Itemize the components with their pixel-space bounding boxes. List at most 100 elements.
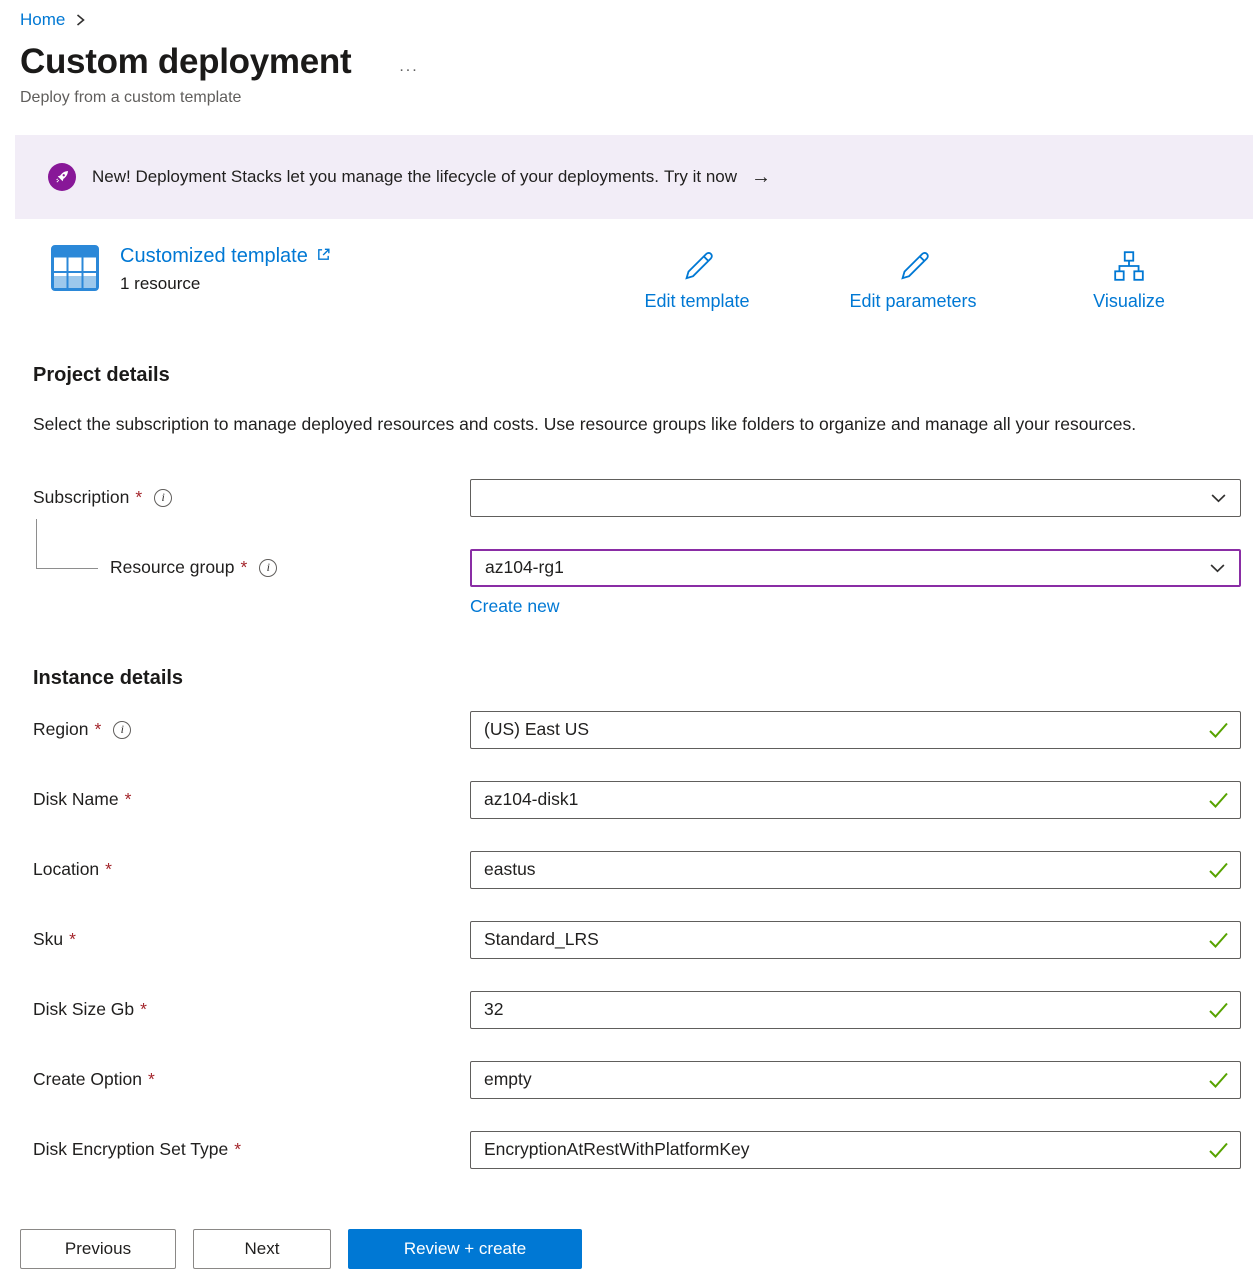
template-info: Customized template 1 resource — [51, 245, 331, 294]
required-asterisk: * — [241, 557, 248, 578]
location-label: Location * — [33, 859, 470, 880]
project-details-heading: Project details — [33, 364, 1253, 387]
indent-connector-line — [36, 519, 98, 569]
location-input[interactable]: eastus — [470, 851, 1241, 889]
resource-group-field-row: Resource group * i az104-rg1 — [33, 549, 1241, 587]
edit-template-label: Edit template — [644, 291, 749, 312]
visualize-button[interactable]: Visualize — [1054, 249, 1204, 312]
checkmark-icon — [1208, 721, 1229, 738]
pencil-icon — [680, 249, 714, 288]
chevron-down-icon — [1209, 559, 1226, 576]
create-option-input[interactable]: empty — [470, 1061, 1241, 1099]
region-input[interactable]: (US) East US — [470, 711, 1241, 749]
banner-message: New! Deployment Stacks let you manage th… — [92, 167, 659, 187]
edit-parameters-label: Edit parameters — [849, 291, 976, 312]
required-asterisk: * — [105, 859, 112, 880]
region-value: (US) East US — [484, 719, 589, 740]
required-asterisk: * — [135, 487, 142, 508]
subscription-label-text: Subscription — [33, 487, 129, 508]
template-icon — [51, 245, 99, 294]
title-row: Custom deployment ... — [20, 42, 1253, 82]
required-asterisk: * — [148, 1069, 155, 1090]
customized-template-label[interactable]: Customized template — [120, 245, 308, 268]
disk-size-field-row: Disk Size Gb * 32 — [33, 991, 1241, 1029]
more-options-button[interactable]: ... — [399, 58, 418, 76]
resource-group-dropdown[interactable]: az104-rg1 — [470, 549, 1241, 587]
customized-template-link[interactable]: Customized template — [120, 245, 331, 268]
disk-name-label-text: Disk Name — [33, 789, 119, 810]
create-option-label: Create Option * — [33, 1069, 470, 1090]
resource-count: 1 resource — [120, 274, 331, 294]
sku-label: Sku * — [33, 929, 470, 950]
info-glyph: i — [161, 490, 164, 505]
footer-action-bar: Previous Next Review + create — [0, 1218, 1253, 1280]
checkmark-icon — [1208, 1071, 1229, 1088]
create-new-link[interactable]: Create new — [470, 596, 560, 616]
location-label-text: Location — [33, 859, 99, 880]
resource-group-value: az104-rg1 — [485, 557, 564, 578]
info-glyph: i — [121, 722, 124, 737]
previous-button[interactable]: Previous — [20, 1229, 176, 1269]
checkmark-icon — [1208, 1141, 1229, 1158]
deployment-stacks-banner: New! Deployment Stacks let you manage th… — [15, 135, 1253, 219]
disk-encryption-set-type-label: Disk Encryption Set Type * — [33, 1139, 470, 1160]
info-icon[interactable]: i — [154, 489, 172, 507]
checkmark-icon — [1208, 861, 1229, 878]
next-button[interactable]: Next — [193, 1229, 331, 1269]
disk-name-value: az104-disk1 — [484, 789, 578, 810]
info-icon[interactable]: i — [113, 721, 131, 739]
disk-encryption-set-type-label-text: Disk Encryption Set Type — [33, 1139, 228, 1160]
info-glyph: i — [267, 560, 270, 575]
external-link-icon — [316, 245, 331, 268]
required-asterisk: * — [125, 789, 132, 810]
create-option-value: empty — [484, 1069, 532, 1090]
sku-field-row: Sku * Standard_LRS — [33, 921, 1241, 959]
disk-name-field-row: Disk Name * az104-disk1 — [33, 781, 1241, 819]
subscription-dropdown[interactable] — [470, 479, 1241, 517]
region-label-text: Region — [33, 719, 88, 740]
create-option-label-text: Create Option — [33, 1069, 142, 1090]
subscription-field-row: Subscription * i — [33, 479, 1241, 517]
location-value: eastus — [484, 859, 536, 880]
review-create-button[interactable]: Review + create — [348, 1229, 582, 1269]
disk-size-value: 32 — [484, 999, 503, 1020]
template-summary-row: Customized template 1 resource E — [51, 245, 1204, 312]
rocket-icon — [48, 163, 76, 191]
instance-details-heading: Instance details — [33, 667, 1253, 690]
project-details-description: Select the subscription to manage deploy… — [33, 409, 1193, 441]
location-field-row: Location * eastus — [33, 851, 1241, 889]
create-new-row: Create new — [470, 596, 1253, 617]
subscription-label: Subscription * i — [33, 487, 470, 508]
disk-encryption-set-type-input[interactable]: EncryptionAtRestWithPlatformKey — [470, 1131, 1241, 1169]
disk-name-label: Disk Name * — [33, 789, 470, 810]
region-label: Region * i — [33, 719, 470, 740]
arrow-right-icon[interactable]: → — [751, 166, 771, 189]
chevron-down-icon — [1210, 489, 1227, 506]
resource-group-label-text: Resource group — [110, 557, 235, 578]
breadcrumb-home-link[interactable]: Home — [20, 10, 65, 30]
disk-name-input[interactable]: az104-disk1 — [470, 781, 1241, 819]
page-title: Custom deployment — [20, 42, 351, 82]
edit-parameters-button[interactable]: Edit parameters — [838, 249, 988, 312]
resource-group-label: Resource group * i — [33, 557, 470, 578]
edit-template-button[interactable]: Edit template — [622, 249, 772, 312]
required-asterisk: * — [140, 999, 147, 1020]
required-asterisk: * — [234, 1139, 241, 1160]
breadcrumb: Home — [0, 0, 1253, 30]
sku-value: Standard_LRS — [484, 929, 599, 950]
template-actions: Edit template Edit parameters Visualiz — [622, 249, 1204, 312]
chevron-right-icon — [75, 13, 86, 27]
create-option-field-row: Create Option * empty — [33, 1061, 1241, 1099]
checkmark-icon — [1208, 931, 1229, 948]
page-subtitle: Deploy from a custom template — [20, 89, 1253, 107]
checkmark-icon — [1208, 1001, 1229, 1018]
disk-size-input[interactable]: 32 — [470, 991, 1241, 1029]
checkmark-icon — [1208, 791, 1229, 808]
region-field-row: Region * i (US) East US — [33, 711, 1241, 749]
banner-try-it-now-link[interactable]: Try it now — [664, 167, 737, 187]
visualize-label: Visualize — [1093, 291, 1165, 312]
disk-size-label: Disk Size Gb * — [33, 999, 470, 1020]
sku-label-text: Sku — [33, 929, 63, 950]
sku-input[interactable]: Standard_LRS — [470, 921, 1241, 959]
info-icon[interactable]: i — [259, 559, 277, 577]
